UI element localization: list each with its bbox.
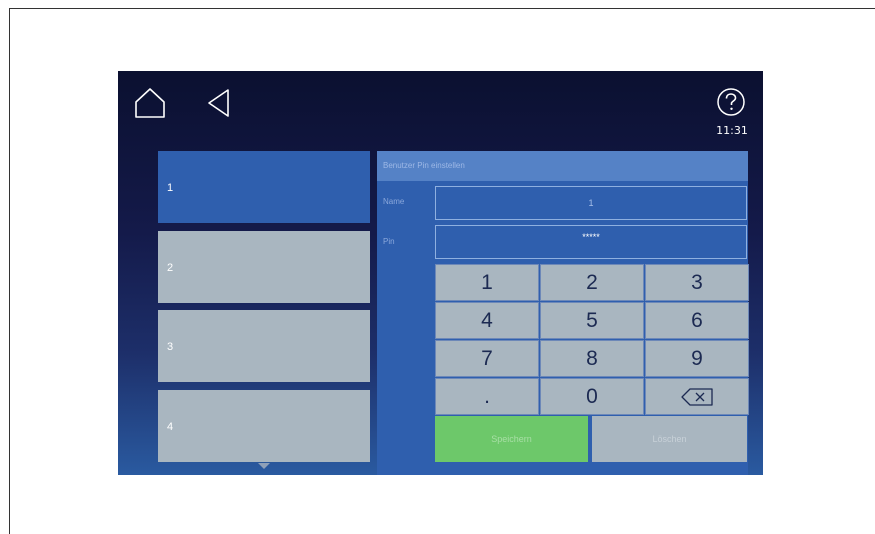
pin-field[interactable]: ***** <box>435 225 747 259</box>
user-list-item-1[interactable]: 1 <box>158 151 370 223</box>
key-decimal[interactable]: . <box>435 378 539 415</box>
delete-button[interactable]: Löschen <box>592 416 747 462</box>
key-9[interactable]: 9 <box>645 340 749 377</box>
pin-label: Pin <box>383 237 395 246</box>
user-list-item-3[interactable]: 3 <box>158 310 370 382</box>
key-4[interactable]: 4 <box>435 302 539 339</box>
key-7[interactable]: 7 <box>435 340 539 377</box>
clock: 11:31 <box>716 124 748 137</box>
key-2[interactable]: 2 <box>540 264 644 301</box>
key-6[interactable]: 6 <box>645 302 749 339</box>
user-list-item-label: 3 <box>167 341 174 353</box>
panel-title: Benutzer Pin einstellen <box>377 151 748 181</box>
backspace-key[interactable] <box>645 378 749 415</box>
back-icon[interactable] <box>204 86 234 120</box>
key-0[interactable]: 0 <box>540 378 644 415</box>
save-button[interactable]: Speichern <box>435 416 588 462</box>
name-field[interactable]: 1 <box>435 186 747 220</box>
help-icon[interactable] <box>716 87 746 117</box>
home-icon[interactable] <box>133 86 167 120</box>
name-label: Name <box>383 197 405 206</box>
user-list-item-2[interactable]: 2 <box>158 231 370 303</box>
user-list-item-label: 1 <box>167 182 174 194</box>
user-list-item-4[interactable]: 4 <box>158 390 370 462</box>
key-1[interactable]: 1 <box>435 264 539 301</box>
key-8[interactable]: 8 <box>540 340 644 377</box>
numeric-keypad: 1 2 3 4 5 6 7 8 9 . 0 <box>435 264 749 415</box>
pin-settings-panel: Benutzer Pin einstellen Name 1 Pin *****… <box>377 151 749 475</box>
device-screen: 11:31 1 2 3 4 Benutzer Pin einstellen Na… <box>118 71 763 475</box>
key-3[interactable]: 3 <box>645 264 749 301</box>
user-list-item-label: 2 <box>167 262 174 274</box>
user-list-item-label: 4 <box>167 421 174 433</box>
key-5[interactable]: 5 <box>540 302 644 339</box>
backspace-icon <box>681 387 713 406</box>
scroll-down-icon[interactable] <box>258 463 270 469</box>
top-bar: 11:31 <box>118 71 763 139</box>
